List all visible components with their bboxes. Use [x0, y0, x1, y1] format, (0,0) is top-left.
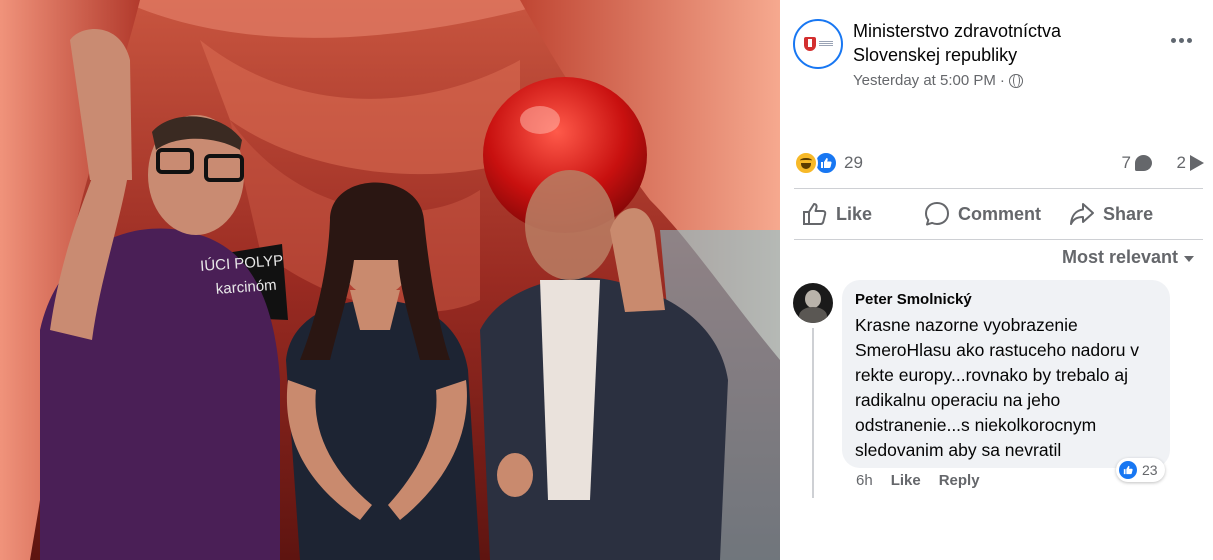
reactions-row: 29 7 2: [794, 150, 1204, 176]
meta-separator: ·: [999, 72, 1005, 89]
logo-text-lines: [818, 41, 833, 47]
divider: [794, 239, 1203, 240]
comment-text: Krasne nazorne vyobrazenie SmeroHlasu ak…: [855, 315, 1140, 460]
page-avatar[interactable]: [793, 19, 843, 69]
commenter-avatar[interactable]: [793, 283, 833, 323]
comment-bubble-icon: [1135, 155, 1152, 171]
post-timestamp[interactable]: Yesterday at 5:00 PM: [853, 72, 996, 89]
comment-reactions[interactable]: 23: [1116, 458, 1165, 482]
share-button[interactable]: Share: [1069, 190, 1153, 238]
comment-count[interactable]: 7: [1122, 153, 1152, 173]
reaction-count[interactable]: 29: [844, 153, 863, 173]
comment-reply-link[interactable]: Reply: [939, 472, 980, 489]
divider: [794, 188, 1203, 189]
post-meta: Yesterday at 5:00 PM ·: [853, 72, 1023, 89]
share-count[interactable]: 2: [1177, 153, 1204, 173]
like-label: Like: [836, 203, 873, 224]
comment-icon: [925, 202, 950, 226]
share-icon: [1070, 203, 1095, 225]
post-actions: Like Comment Share: [794, 190, 1203, 238]
share-label: Share: [1103, 203, 1154, 224]
page-name-link[interactable]: Ministerstvo zdravotníctva Slovenskej re…: [853, 19, 1153, 67]
comment-bubble: Peter Smolnický Krasne nazorne vyobrazen…: [842, 280, 1170, 468]
comment-author[interactable]: Peter Smolnický: [855, 290, 1157, 310]
comment-count-value: 7: [1121, 153, 1131, 172]
post-photo-illustration: [0, 0, 780, 560]
comment-like-link[interactable]: Like: [891, 472, 921, 489]
comment-footer: 6h Like Reply: [856, 472, 980, 489]
comment-button[interactable]: Comment: [924, 190, 1041, 238]
haha-reaction-icon[interactable]: [794, 151, 818, 175]
photo-sign-text: IÚCI POLYP karcinóm: [199, 249, 286, 303]
comment-reaction-count: 23: [1142, 462, 1158, 478]
globe-icon: [1008, 73, 1023, 88]
caret-down-icon: [1184, 255, 1194, 262]
thumbs-up-icon: [803, 203, 827, 225]
more-options-icon[interactable]: [1166, 28, 1196, 52]
comment-sort-dropdown[interactable]: Most relevant: [1062, 247, 1194, 268]
post-photo[interactable]: IÚCI POLYP karcinóm: [0, 0, 780, 560]
comment-label: Comment: [958, 203, 1042, 224]
like-button[interactable]: Like: [802, 190, 872, 238]
share-count-value: 2: [1176, 153, 1186, 172]
thread-line: [812, 328, 814, 498]
share-arrow-icon: [1190, 155, 1204, 171]
sort-label: Most relevant: [1061, 247, 1178, 267]
comment-time[interactable]: 6h: [856, 472, 873, 489]
post-panel: Ministerstvo zdravotníctva Slovenskej re…: [780, 0, 1213, 560]
like-reaction-icon: [1119, 461, 1137, 479]
coat-of-arms-icon: [803, 37, 816, 51]
